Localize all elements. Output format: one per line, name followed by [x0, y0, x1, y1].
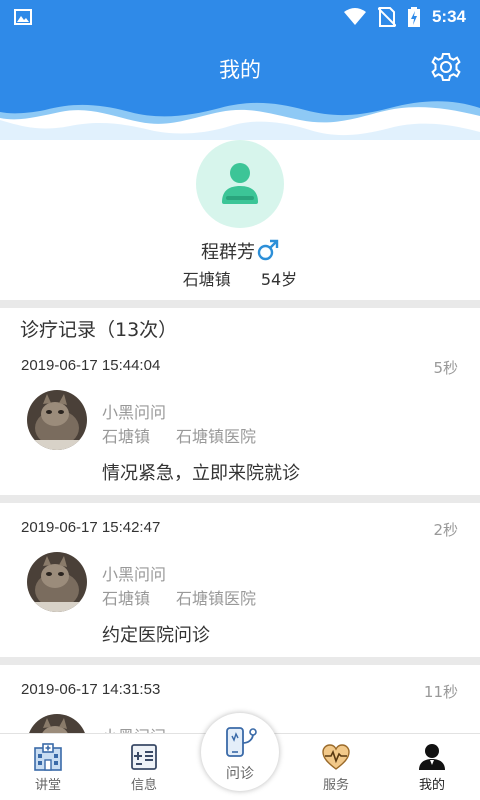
record-duration: 2秒 [433, 521, 458, 539]
record-hospital: 石塘镇医院 [176, 427, 257, 446]
record-doctor: 小黑问问 [102, 403, 167, 422]
status-time: 5:34 [431, 7, 466, 26]
tab-label: 讲堂 [34, 778, 61, 793]
doctor-photo [27, 552, 87, 612]
section-divider [0, 657, 480, 665]
male-gender-icon [257, 239, 279, 261]
record-datetime: 2019-06-17 15:42:47 [21, 519, 161, 536]
gallery-notification-icon [14, 9, 32, 25]
tab-label: 服务 [322, 778, 349, 793]
doctor-photo [27, 390, 87, 450]
tab-lecture[interactable]: 讲堂 [0, 734, 96, 800]
person-icon [419, 744, 445, 770]
tab-mine[interactable]: 我的 [384, 734, 480, 800]
record-duration: 11秒 [423, 683, 458, 701]
tab-service[interactable]: 服务 [288, 734, 384, 800]
record-datetime: 2019-06-17 14:31:53 [21, 681, 161, 698]
section-divider [0, 495, 480, 503]
wifi-icon [343, 8, 366, 25]
heart-pulse-icon [322, 744, 350, 770]
no-sim-icon [377, 7, 396, 27]
record-location: 石塘镇 石塘镇医院 [102, 585, 256, 609]
hospital-icon [34, 743, 62, 771]
tab-label: 信息 [130, 778, 157, 793]
record-result: 约定医院问诊 [102, 625, 210, 646]
record-doctor: 小黑问问 [102, 723, 166, 733]
record-duration: 5秒 [433, 359, 458, 377]
records-section-title: 诊疗记录（13次） [20, 319, 178, 341]
doctor-photo [27, 714, 87, 733]
record-result: 情况紧急，立即来院就诊 [102, 463, 300, 484]
battery-charging-icon [407, 7, 420, 27]
info-icon [131, 744, 157, 770]
record-hospital: 石塘镇医院 [176, 589, 257, 608]
avatar[interactable] [196, 140, 284, 228]
status-bar: 5:34 [0, 0, 480, 34]
tab-consult[interactable]: 问诊 [201, 713, 279, 791]
user-name-row: 程群芳 [0, 238, 480, 264]
user-town: 石塘镇 [182, 270, 231, 289]
person-avatar-icon [222, 163, 258, 204]
record-item[interactable]: 2019-06-17 15:44:04 5秒 小黑问问 石塘镇 石塘镇医院 情况紧… [0, 357, 480, 495]
gear-icon[interactable] [430, 51, 462, 83]
record-location: 石塘镇 石塘镇医院 [102, 423, 256, 447]
profile-screen: 5:34 我的 程群芳 石塘镇 54岁 诊疗记录（13次） 2019-06-17… [0, 0, 480, 800]
phone-stethoscope-icon [226, 727, 257, 757]
tab-label: 问诊 [226, 766, 254, 782]
record-town: 石塘镇 [102, 427, 151, 446]
header: 我的 [0, 34, 480, 140]
record-item[interactable]: 2019-06-17 15:42:47 2秒 小黑问问 石塘镇 石塘镇医院 约定医… [0, 519, 480, 657]
user-info-row: 石塘镇 54岁 [0, 266, 480, 290]
page-title: 我的 [219, 58, 261, 82]
header-wave-background [0, 34, 480, 140]
tab-label: 我的 [418, 778, 445, 793]
user-name: 程群芳 [201, 242, 255, 263]
record-town: 石塘镇 [102, 589, 151, 608]
tab-info[interactable]: 信息 [96, 734, 192, 800]
section-divider [0, 300, 480, 308]
record-doctor: 小黑问问 [102, 565, 167, 584]
user-age: 54岁 [260, 270, 298, 289]
record-datetime: 2019-06-17 15:44:04 [21, 357, 161, 374]
